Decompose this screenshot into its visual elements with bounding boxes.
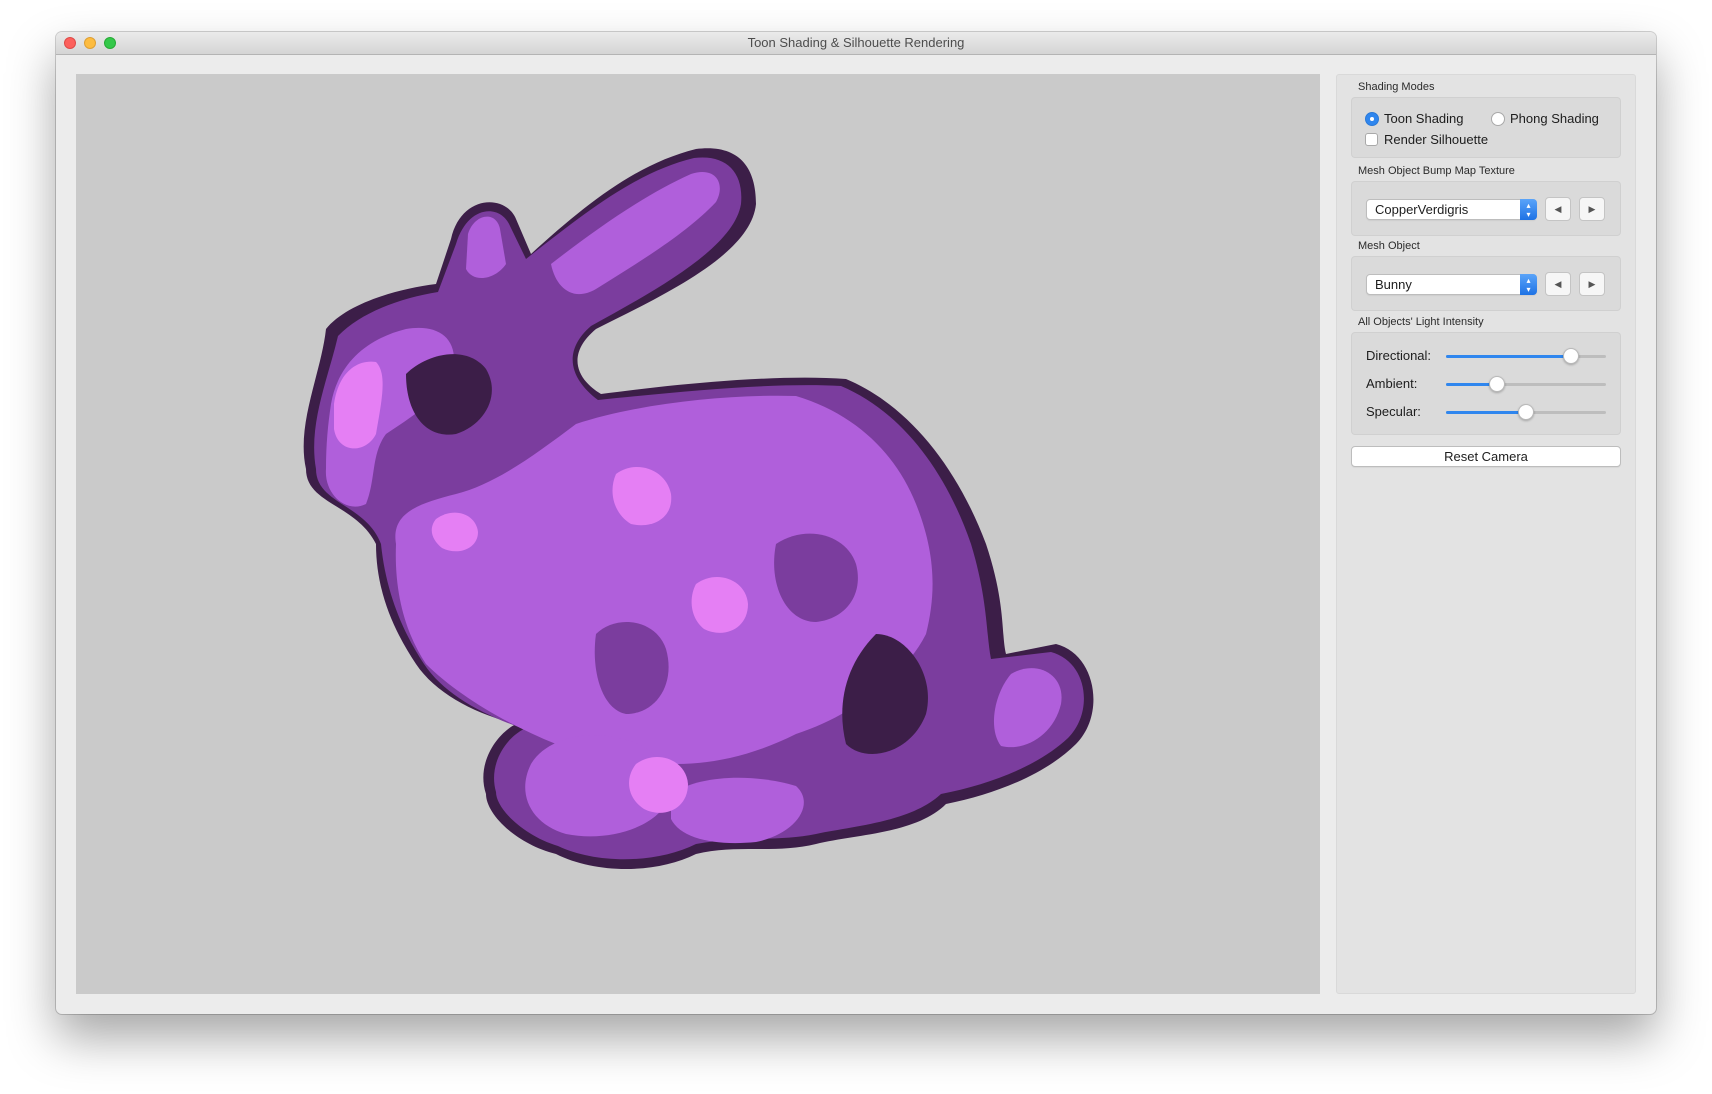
specular-label: Specular:: [1366, 404, 1421, 419]
left-triangle-icon: ◀: [1554, 279, 1562, 289]
mesh-object-prev-button[interactable]: ◀: [1545, 272, 1571, 296]
directional-slider[interactable]: [1446, 348, 1606, 364]
shading-modes-group: Toon Shading Phong Shading Render Silhou…: [1351, 97, 1621, 158]
mesh-object-group: Bunny ▴ ▾ ◀ ▶: [1351, 256, 1621, 311]
mesh-object-next-button[interactable]: ▶: [1579, 272, 1605, 296]
window-title: Toon Shading & Silhouette Rendering: [747, 35, 965, 50]
controls-panel: Shading Modes Toon Shading Phong Shading…: [1336, 74, 1636, 994]
directional-label: Directional:: [1366, 348, 1432, 363]
render-silhouette-checkbox[interactable]: [1365, 133, 1378, 146]
phong-shading-radio[interactable]: [1491, 111, 1505, 126]
phong-shading-label: Phong Shading: [1510, 111, 1599, 126]
bump-map-group: CopperVerdigris ▴ ▾ ◀ ▶: [1351, 181, 1621, 236]
bunny-mesh: [303, 148, 1094, 869]
mesh-object-select[interactable]: Bunny ▴ ▾: [1366, 274, 1537, 295]
render-silhouette-option[interactable]: Render Silhouette: [1365, 132, 1488, 147]
right-triangle-icon: ▶: [1588, 279, 1596, 289]
ambient-slider[interactable]: [1446, 376, 1606, 392]
specular-slider-knob[interactable]: [1518, 404, 1534, 420]
bump-map-prev-button[interactable]: ◀: [1545, 197, 1571, 221]
select-stepper-icon: ▴ ▾: [1520, 199, 1537, 220]
ambient-slider-knob[interactable]: [1489, 376, 1506, 392]
specular-slider-fill: [1446, 411, 1526, 414]
phong-shading-option[interactable]: Phong Shading: [1491, 111, 1599, 126]
specular-slider[interactable]: [1446, 404, 1606, 420]
bump-map-next-button[interactable]: ▶: [1579, 197, 1605, 221]
left-triangle-icon: ◀: [1554, 204, 1562, 214]
right-triangle-icon: ▶: [1588, 204, 1596, 214]
bunny-render: [303, 148, 1094, 869]
toon-shading-label: Toon Shading: [1384, 111, 1464, 126]
light-intensity-label: All Objects' Light Intensity: [1358, 316, 1484, 328]
select-stepper-icon: ▴ ▾: [1520, 274, 1537, 295]
reset-camera-button[interactable]: Reset Camera: [1351, 446, 1621, 467]
light-intensity-group: Directional: Ambient: Specular:: [1351, 332, 1621, 435]
ambient-label: Ambient:: [1366, 376, 1418, 391]
shading-modes-label: Shading Modes: [1358, 81, 1435, 93]
directional-slider-knob[interactable]: [1562, 348, 1579, 364]
mesh-object-value: Bunny: [1375, 277, 1412, 292]
render-silhouette-label: Render Silhouette: [1384, 132, 1489, 147]
mesh-object-label: Mesh Object: [1358, 240, 1420, 252]
toon-shading-radio[interactable]: [1365, 111, 1379, 126]
bump-map-select[interactable]: CopperVerdigris ▴ ▾: [1366, 199, 1537, 220]
app-window: Toon Shading & Silhouette Rendering Shad…: [56, 32, 1656, 1014]
render-viewport[interactable]: [76, 74, 1320, 994]
directional-slider-fill: [1446, 355, 1571, 358]
bump-map-value: CopperVerdigris: [1375, 202, 1469, 217]
title-bar: Toon Shading & Silhouette Rendering: [56, 32, 1656, 55]
bump-map-label: Mesh Object Bump Map Texture: [1358, 165, 1515, 177]
toon-shading-option[interactable]: Toon Shading: [1365, 111, 1464, 126]
